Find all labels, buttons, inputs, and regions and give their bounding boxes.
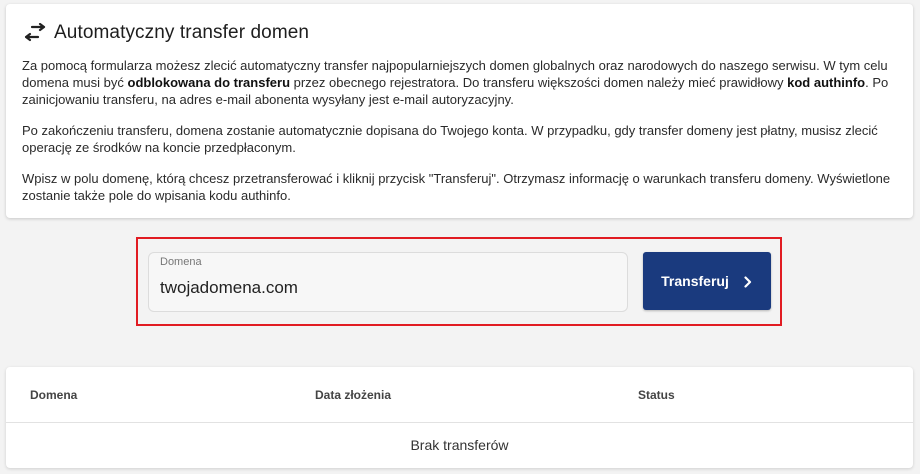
title-row: Automatyczny transfer domen	[24, 20, 309, 46]
description-text: przez obecnego rejestratora. Do transfer…	[290, 75, 788, 90]
info-card: Automatyczny transfer domen Za pomocą fo…	[6, 4, 913, 218]
domain-field[interactable]: Domena	[148, 252, 628, 312]
transfer-button[interactable]: Transferuj	[643, 252, 771, 310]
chevron-right-icon	[743, 275, 753, 288]
description-paragraph-3: Wpisz w polu domenę, którą chcesz przetr…	[22, 171, 891, 203]
description-paragraph-1: Za pomocą formularza możesz zlecić autom…	[22, 57, 902, 108]
transfer-button-label: Transferuj	[661, 273, 729, 289]
domain-input[interactable]	[160, 277, 610, 299]
domain-field-label: Domena	[160, 256, 202, 268]
description-bold-unlocked: odblokowana do transferu	[127, 75, 291, 90]
description: Za pomocą formularza możesz zlecić autom…	[22, 57, 902, 218]
empty-table-message: Brak transferów	[410, 437, 509, 453]
description-bold-authinfo: kod authinfo	[787, 75, 866, 90]
transfer-arrows-icon	[24, 22, 46, 43]
column-header-status[interactable]: Status	[638, 388, 675, 402]
description-paragraph-2: Po zakończeniu transferu, domena zostani…	[22, 123, 878, 155]
column-header-date[interactable]: Data złożenia	[315, 388, 391, 402]
table-divider	[6, 422, 913, 423]
column-header-domain[interactable]: Domena	[30, 388, 77, 402]
page-title: Automatyczny transfer domen	[54, 22, 310, 43]
transfers-table: Domena Data złożenia Status Brak transfe…	[6, 367, 913, 468]
